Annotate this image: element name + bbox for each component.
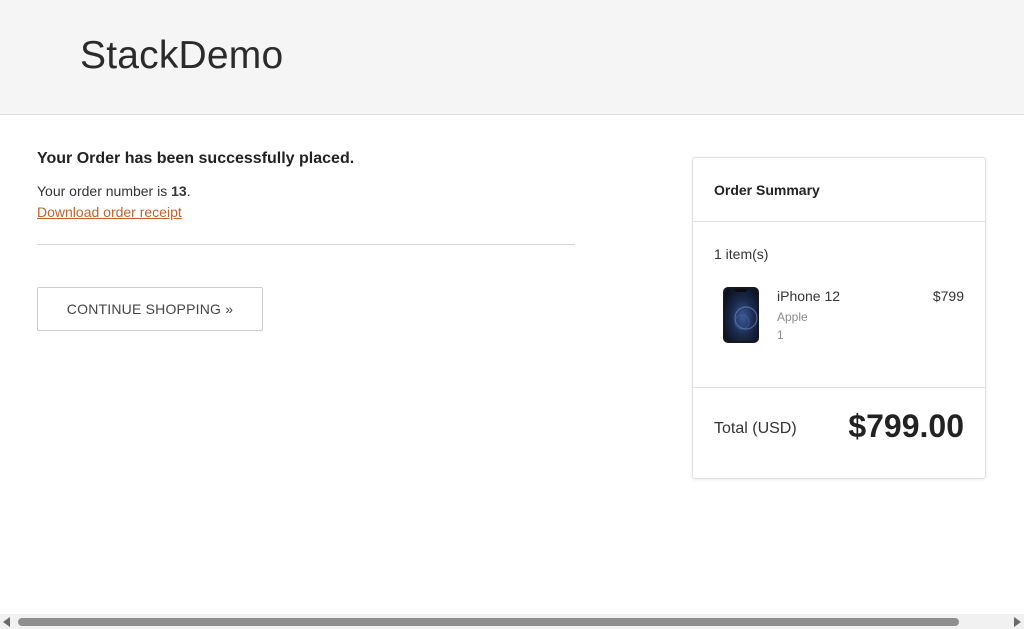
item-quantity: 1 [777, 328, 784, 342]
order-number-line: Your order number is 13. [37, 183, 191, 199]
order-summary-title: Order Summary [714, 182, 820, 198]
order-summary-card: Order Summary 1 item(s) iPhone 12 Apple … [692, 157, 986, 479]
item-name: iPhone 12 [777, 288, 841, 304]
horizontal-scrollbar[interactable] [0, 614, 1024, 629]
divider [37, 244, 575, 245]
scroll-left-arrow-icon[interactable] [3, 617, 10, 627]
item-price: $799 [932, 288, 964, 304]
summary-divider [693, 221, 985, 222]
total-label: Total (USD) [714, 420, 797, 437]
scrollbar-thumb[interactable] [18, 618, 959, 626]
download-receipt-link[interactable]: Download order receipt [37, 204, 182, 220]
item-count: 1 item(s) [714, 246, 769, 262]
iphone-12-thumbnail [722, 286, 760, 344]
scroll-right-arrow-icon[interactable] [1014, 617, 1021, 627]
order-success-title: Your Order has been successfully placed. [37, 150, 355, 167]
continue-shopping-button[interactable]: CONTINUE SHOPPING » [37, 287, 263, 331]
summary-divider [693, 387, 985, 388]
order-number: 13 [171, 183, 187, 199]
item-brand: Apple [777, 310, 808, 324]
order-number-suffix: . [186, 183, 191, 199]
total-value: $799.00 [848, 408, 964, 444]
site-header: StackDemo [0, 0, 1024, 115]
brand-logo[interactable]: StackDemo [80, 34, 283, 78]
order-number-prefix: Your order number is [37, 183, 172, 199]
